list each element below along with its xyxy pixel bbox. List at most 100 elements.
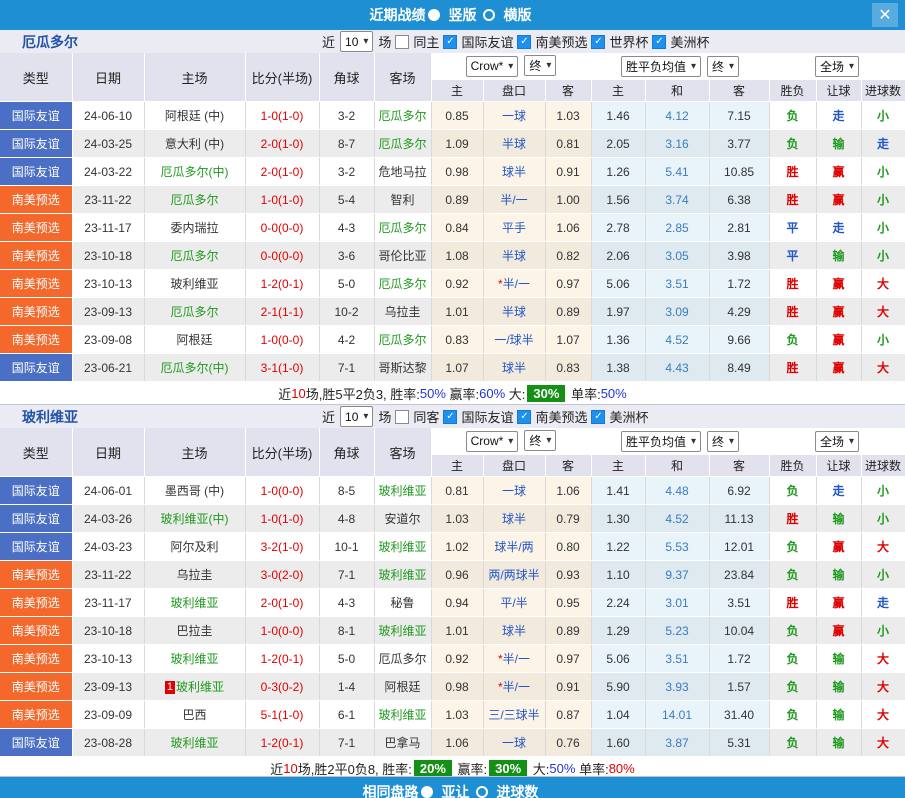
crow-select[interactable]: Crow*▾ [466,431,519,452]
goals-result: 小 [861,102,905,130]
horizontal-radio[interactable] [483,9,495,21]
match-count-select[interactable]: 10▾ [340,406,373,427]
summary-line: 近10场,胜5平2负3, 胜率:50% 赢率:60% 大:30% 单率:50% [0,382,905,405]
full-match-select[interactable]: 全场▾ [815,431,859,452]
final-odds-select-1[interactable]: 终▾ [524,430,556,451]
away-team-cell: 安道尔 [374,505,431,533]
wdl-result: 负 [769,130,816,158]
league-checkbox-3[interactable]: ✓ [591,410,605,424]
goals-count-label[interactable]: 进球数 [497,782,539,798]
col-odds-home: 主 [431,80,483,102]
corners-cell: 7-1 [319,729,374,757]
home-team-cell: 阿尔及利 [144,533,245,561]
chevron-down-icon: ▾ [508,436,513,447]
bottom-bar-title: 相同盘路 [363,782,419,798]
avg-win-odds: 1.46 [591,102,645,130]
league-checkbox-4[interactable]: ✓ [652,35,666,49]
home-team-cell: 乌拉圭 [144,561,245,589]
away-team-cell: 哥伦比亚 [374,242,431,270]
asian-handicap-label[interactable]: 亚让 [442,782,470,798]
vertical-radio-label[interactable]: 竖版 [449,5,477,25]
avg-lose-odds: 5.31 [709,729,769,757]
avg-win-odds: 1.29 [591,617,645,645]
match-row: 国际友谊24-03-26玻利维亚(中)1-0(1-0)4-8安道尔1.03球半0… [0,505,905,533]
close-button[interactable]: ✕ [872,3,898,27]
handicap-cell: 球半/两 [483,533,545,561]
league-cell: 国际友谊 [0,477,72,505]
match-row: 国际友谊24-03-23阿尔及利3-2(1-0)10-1玻利维亚1.02球半/两… [0,533,905,561]
handicap-result: 赢 [816,533,861,561]
avg-lose-odds: 12.01 [709,533,769,561]
league-checkbox-1[interactable]: ✓ [443,410,457,424]
league-checkbox-label[interactable]: 世界杯 [609,32,648,51]
goals-count-radio[interactable] [476,786,488,798]
crow-away-odds: 0.89 [545,298,591,326]
home-team-cell: 厄瓜多尔(中) [144,354,245,382]
same-venue-checkbox[interactable] [395,410,409,424]
avg-draw-odds: 9.37 [645,561,709,589]
same-venue-checkbox[interactable] [395,35,409,49]
wdl-average-select[interactable]: 胜平负均值▾ [621,431,701,452]
date-cell: 23-11-17 [72,589,144,617]
crow-home-odds: 1.01 [431,298,483,326]
avg-draw-odds: 3.87 [645,729,709,757]
avg-draw-odds: 5.41 [645,158,709,186]
avg-lose-odds: 10.85 [709,158,769,186]
handicap-cell: 两/两球半 [483,561,545,589]
crow-home-odds: 0.94 [431,589,483,617]
score-cell: 1-0(1-0) [245,102,319,130]
league-cell: 南美预选 [0,617,72,645]
wdl-average-select[interactable]: 胜平负均值▾ [621,56,701,77]
games-label: 场 [378,32,391,51]
avg-lose-odds: 3.51 [709,589,769,617]
col-away: 客场 [374,428,431,477]
league-checkbox-label[interactable]: 美洲杯 [670,32,709,51]
handicap-result: 赢 [816,589,861,617]
wdl-result: 负 [769,561,816,589]
final-odds-select-1[interactable]: 终▾ [524,55,556,76]
goals-result: 大 [861,354,905,382]
date-cell: 24-03-23 [72,533,144,561]
horizontal-radio-label[interactable]: 横版 [504,5,532,25]
col-home: 主场 [144,428,245,477]
full-match-select[interactable]: 全场▾ [815,56,859,77]
crow-home-odds: 0.92 [431,270,483,298]
avg-draw-odds: 3.74 [645,186,709,214]
league-cell: 国际友谊 [0,505,72,533]
close-icon: ✕ [878,5,891,25]
same-venue-label[interactable]: 同客 [413,407,439,426]
match-count-select[interactable]: 10▾ [340,31,373,52]
same-venue-label[interactable]: 同主 [413,32,439,51]
league-checkbox-1[interactable]: ✓ [443,35,457,49]
away-team-cell: 玻利维亚 [374,701,431,729]
avg-dropdown-group: 胜平负均值▾ 终▾ [591,53,769,80]
league-checkbox-2[interactable]: ✓ [517,410,531,424]
league-checkbox-label[interactable]: 南美预选 [535,407,587,426]
league-checkbox-2[interactable]: ✓ [517,35,531,49]
league-checkbox-3[interactable]: ✓ [591,35,605,49]
date-cell: 24-06-01 [72,477,144,505]
league-checkbox-label[interactable]: 国际友谊 [461,32,513,51]
league-checkbox-label[interactable]: 南美预选 [535,32,587,51]
final-odds-select-2[interactable]: 终▾ [707,56,739,77]
crow-select[interactable]: Crow*▾ [466,56,519,77]
avg-win-odds: 1.97 [591,298,645,326]
date-cell: 23-09-08 [72,326,144,354]
away-team-cell: 厄瓜多尔 [374,326,431,354]
wdl-result: 胜 [769,505,816,533]
avg-lose-odds: 9.66 [709,326,769,354]
avg-draw-odds: 3.51 [645,645,709,673]
avg-lose-odds: 10.04 [709,617,769,645]
corners-cell: 3-2 [319,102,374,130]
asian-handicap-radio[interactable] [421,786,433,798]
league-checkbox-label[interactable]: 国际友谊 [461,407,513,426]
handicap-result: 走 [816,102,861,130]
handicap-result: 赢 [816,158,861,186]
league-checkbox-label[interactable]: 美洲杯 [609,407,648,426]
league-cell: 国际友谊 [0,130,72,158]
date-cell: 23-11-22 [72,561,144,589]
vertical-radio[interactable] [428,9,440,21]
final-odds-select-2[interactable]: 终▾ [707,431,739,452]
corners-cell: 7-1 [319,354,374,382]
col-odds-away: 客 [545,455,591,477]
